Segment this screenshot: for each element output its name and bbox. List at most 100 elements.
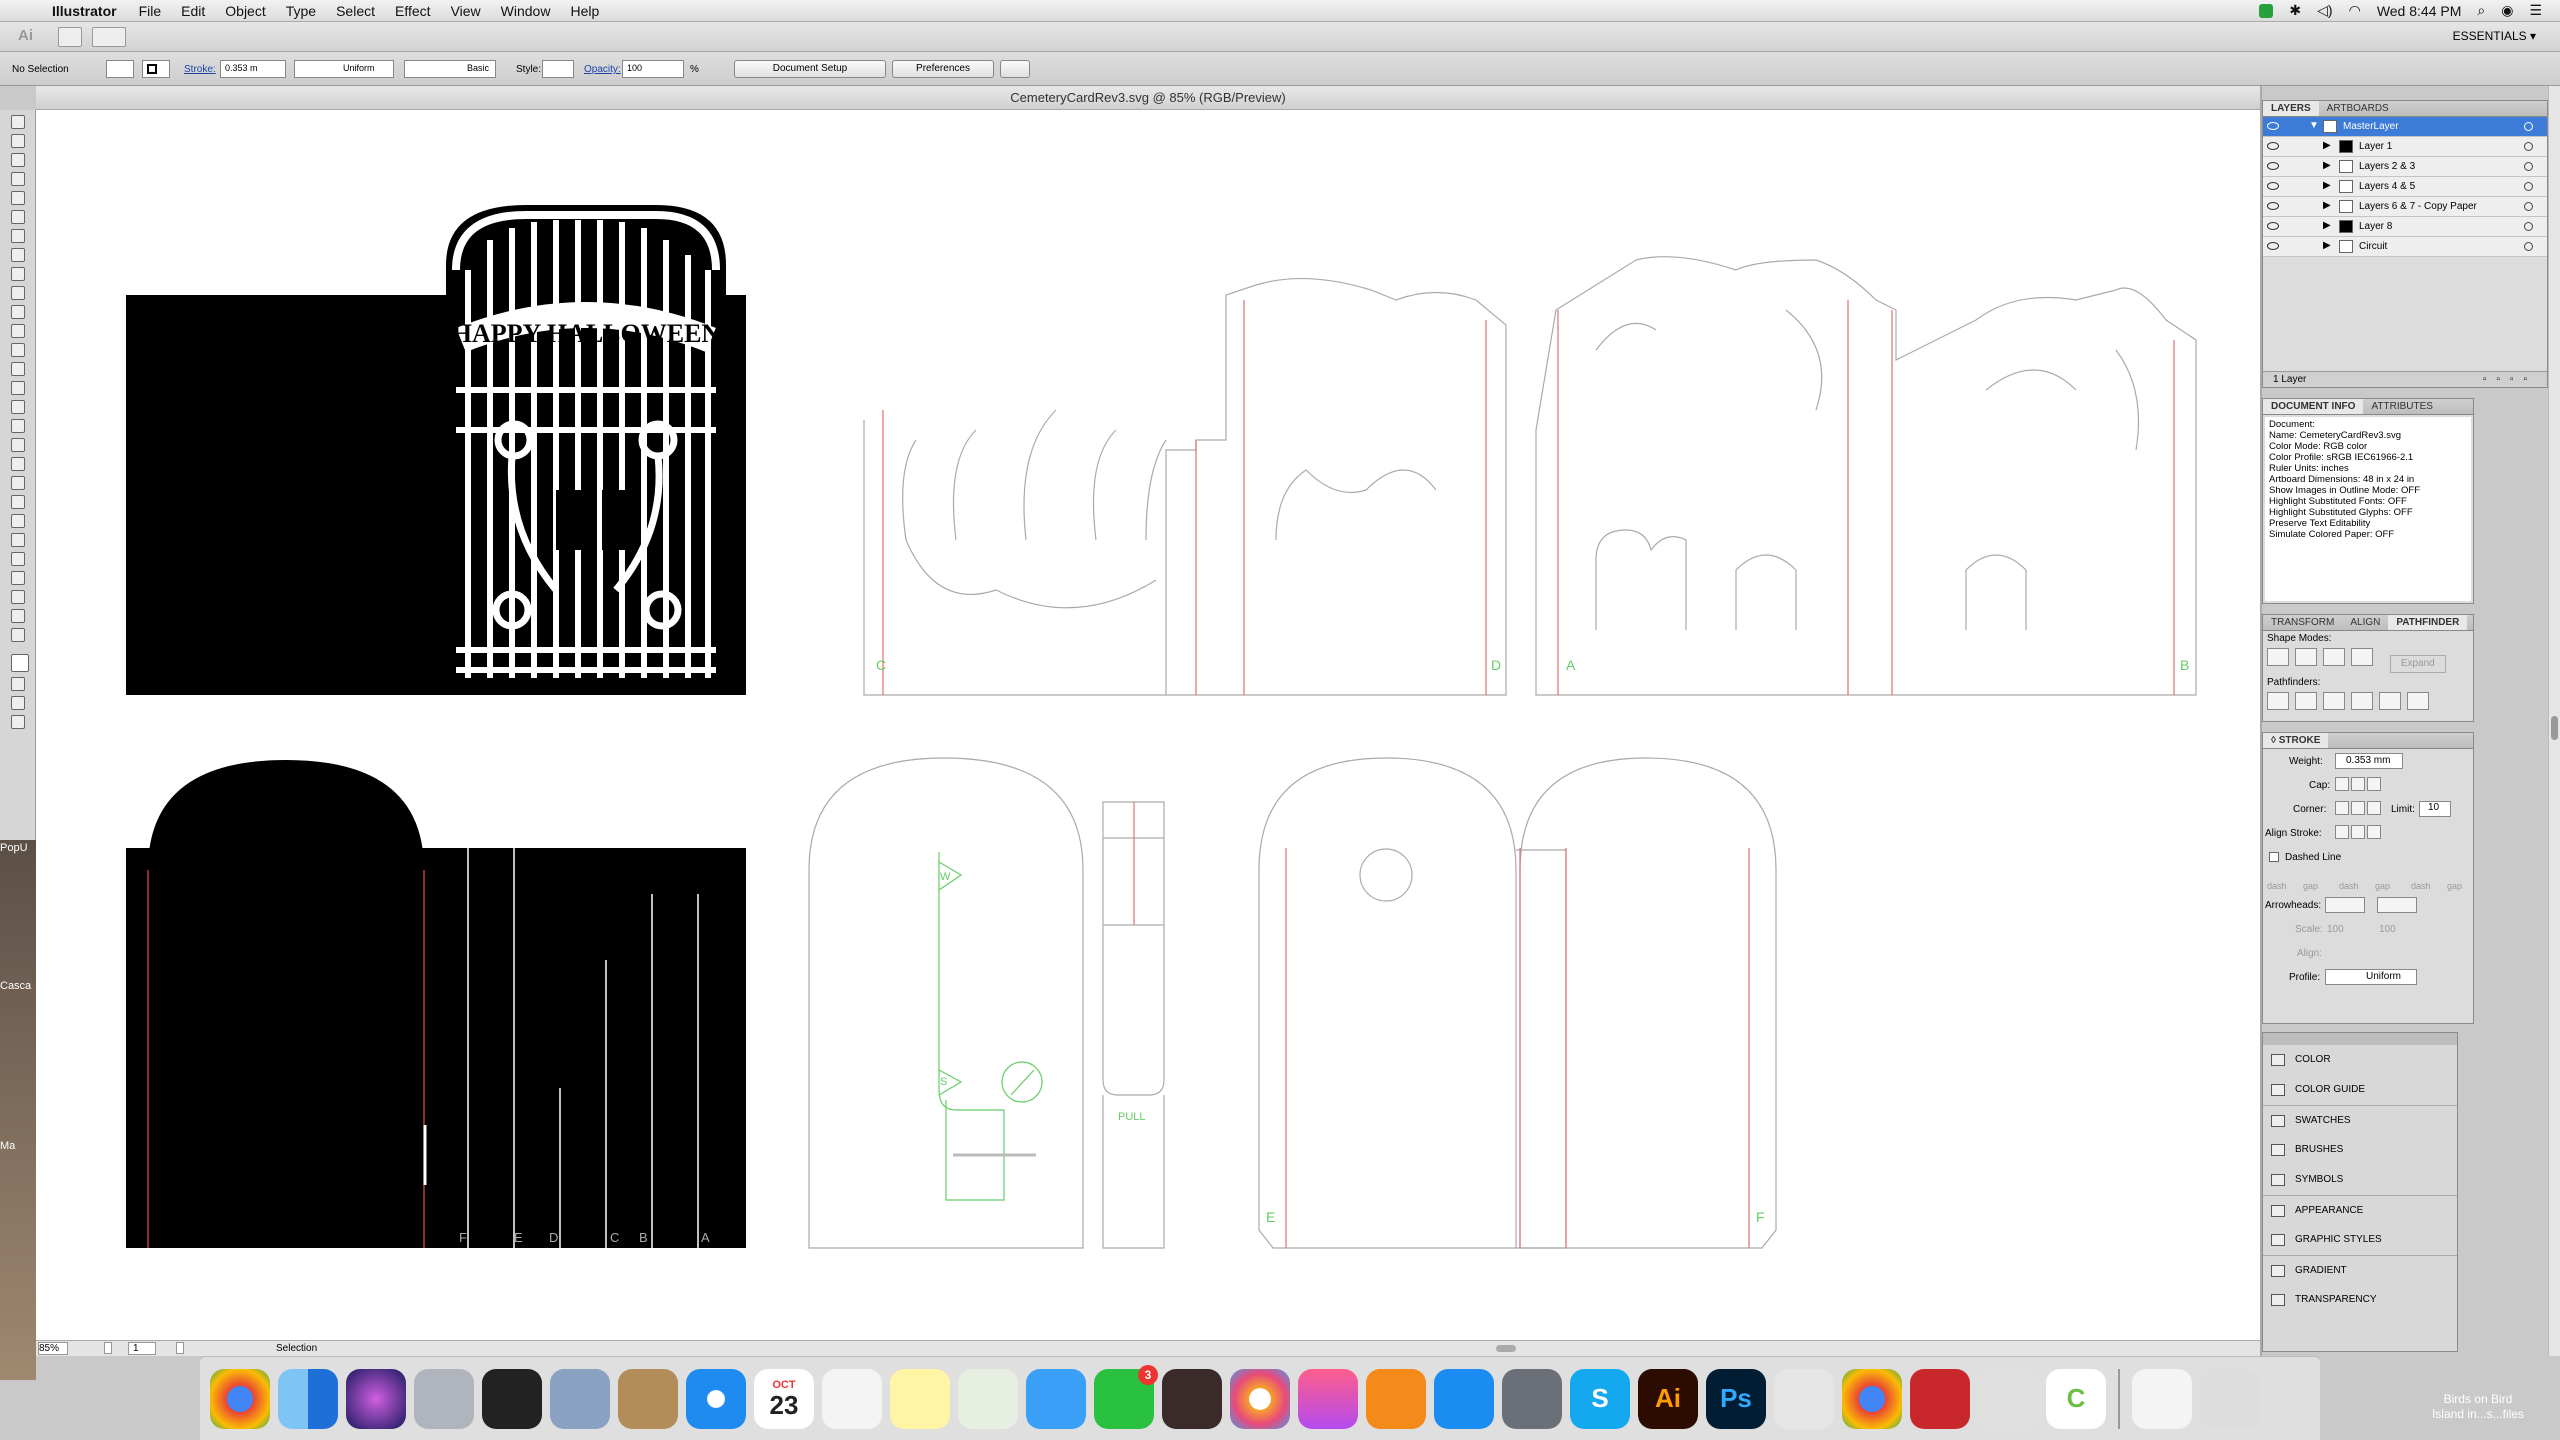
- line-tool-icon[interactable]: [11, 229, 25, 243]
- desktop-item-label[interactable]: Ma: [0, 1140, 15, 1152]
- maps-icon[interactable]: [958, 1368, 1018, 1429]
- projecting-cap-icon[interactable]: [2367, 777, 2381, 791]
- layer-row[interactable]: ▶ Layer 1: [2263, 137, 2547, 157]
- hand-tool-icon[interactable]: [11, 609, 25, 623]
- panel-color[interactable]: COLOR: [2263, 1045, 2457, 1075]
- opacity-input[interactable]: 100: [622, 60, 684, 78]
- stroke-panel-title[interactable]: ◊ STROKE: [2263, 733, 2329, 748]
- mechanism-panel[interactable]: W S PULL: [808, 757, 1165, 1249]
- control-panel-menu[interactable]: [1000, 60, 1030, 78]
- panel-swatches[interactable]: SWATCHES: [2263, 1105, 2457, 1135]
- reminders-icon[interactable]: [822, 1368, 882, 1429]
- menu-file[interactable]: File: [139, 3, 162, 19]
- panel-graphic-styles[interactable]: GRAPHIC STYLES: [2263, 1225, 2457, 1255]
- target-icon[interactable]: [2524, 162, 2533, 171]
- panel-appearance[interactable]: APPEARANCE: [2263, 1195, 2457, 1225]
- notes-icon[interactable]: [890, 1368, 950, 1429]
- visibility-icon[interactable]: [2267, 142, 2279, 150]
- photo-booth-icon[interactable]: [1162, 1368, 1222, 1429]
- visibility-icon[interactable]: [2267, 122, 2279, 130]
- volume-icon[interactable]: ◁): [2317, 2, 2332, 19]
- panel-transparency[interactable]: TRANSPARENCY: [2263, 1285, 2457, 1315]
- chrome-icon[interactable]: [210, 1368, 270, 1429]
- blend-tool-icon[interactable]: [11, 514, 25, 528]
- dashed-line-checkbox[interactable]: [2269, 852, 2279, 862]
- blob-brush-tool-icon[interactable]: [11, 305, 25, 319]
- illustrator-icon[interactable]: Ai: [1638, 1368, 1698, 1429]
- pen-tool-icon[interactable]: [11, 191, 25, 205]
- layer-row[interactable]: ▶ Layers 4 & 5: [2263, 177, 2547, 197]
- minus-back-icon[interactable]: [2407, 692, 2429, 710]
- photo-app-icon[interactable]: [482, 1368, 542, 1429]
- safari-icon[interactable]: [686, 1368, 746, 1429]
- draw-mode-icon[interactable]: [11, 696, 25, 710]
- desktop-item-label[interactable]: Casca: [0, 980, 31, 992]
- panel-brushes[interactable]: BRUSHES: [2263, 1135, 2457, 1165]
- launchpad-icon[interactable]: [414, 1368, 474, 1429]
- layer-row[interactable]: ▶ Layers 2 & 3: [2263, 157, 2547, 177]
- visibility-icon[interactable]: [2267, 182, 2279, 190]
- width-tool-icon[interactable]: [11, 381, 25, 395]
- panel-gradient[interactable]: GRADIENT: [2263, 1255, 2457, 1285]
- expand-icon[interactable]: ▼: [2309, 120, 2319, 131]
- menu-app-name[interactable]: Illustrator: [52, 3, 117, 19]
- expand-icon[interactable]: ▶: [2323, 240, 2331, 251]
- rotate-tool-icon[interactable]: [11, 343, 25, 357]
- expand-icon[interactable]: ▶: [2323, 200, 2331, 211]
- panel-symbols[interactable]: SYMBOLS: [2263, 1165, 2457, 1195]
- current-tool-status[interactable]: Selection: [276, 1343, 317, 1354]
- align-outside-icon[interactable]: [2367, 825, 2381, 839]
- mail-app-icon[interactable]: [550, 1368, 610, 1429]
- magic-wand-tool-icon[interactable]: [11, 153, 25, 167]
- spotlight-icon[interactable]: ⌕: [2477, 2, 2485, 19]
- target-icon[interactable]: [2524, 242, 2533, 251]
- shape-builder-tool-icon[interactable]: [11, 419, 25, 433]
- selection-tool-icon[interactable]: [11, 115, 25, 129]
- divide-icon[interactable]: [2267, 692, 2289, 710]
- round-cap-icon[interactable]: [2351, 777, 2365, 791]
- column-graph-tool-icon[interactable]: [11, 552, 25, 566]
- tree-panel-right[interactable]: A B: [1535, 256, 2197, 696]
- end-arrowhead-select[interactable]: [2377, 897, 2417, 913]
- stroke-swatch[interactable]: [142, 60, 170, 78]
- layer-name[interactable]: Circuit: [2359, 241, 2387, 252]
- layer-name[interactable]: Layer 8: [2359, 221, 2392, 232]
- gradient-tool-icon[interactable]: [11, 476, 25, 490]
- scroll-thumb[interactable]: [2551, 716, 2558, 740]
- clock[interactable]: Wed 8:44 PM: [2377, 3, 2462, 19]
- menu-select[interactable]: Select: [336, 3, 375, 19]
- contacts-icon[interactable]: [618, 1368, 678, 1429]
- itunes-icon[interactable]: [1298, 1368, 1358, 1429]
- perspective-grid-tool-icon[interactable]: [11, 438, 25, 452]
- profile-select[interactable]: Uniform: [2325, 969, 2417, 985]
- expand-icon[interactable]: ▶: [2323, 160, 2331, 171]
- weight-input[interactable]: 0.353 mm: [2335, 753, 2403, 769]
- outline-icon[interactable]: [2379, 692, 2401, 710]
- menu-edit[interactable]: Edit: [181, 3, 205, 19]
- next-artboard-button[interactable]: [176, 1342, 184, 1354]
- tab-layers[interactable]: LAYERS: [2263, 101, 2319, 116]
- crypt-panel[interactable]: F E D C B A: [126, 760, 746, 1248]
- exclude-icon[interactable]: [2351, 648, 2373, 666]
- tab-pathfinder[interactable]: PATHFINDER: [2388, 615, 2468, 630]
- trash-icon[interactable]: [2200, 1368, 2260, 1429]
- calendar-icon[interactable]: OCT 23: [754, 1368, 814, 1429]
- slice-tool-icon[interactable]: [11, 590, 25, 604]
- free-transform-tool-icon[interactable]: [11, 400, 25, 414]
- layer-name[interactable]: Layer 1: [2359, 141, 2392, 152]
- tab-attributes[interactable]: ATTRIBUTES: [2363, 399, 2440, 414]
- layer-row[interactable]: ▶ Circuit: [2263, 237, 2547, 257]
- zoom-tool-icon[interactable]: [11, 628, 25, 642]
- document-tab[interactable]: CemeteryCardRev3.svg @ 85% (RGB/Preview): [36, 86, 2260, 110]
- tab-artboards[interactable]: ARTBOARDS: [2319, 101, 2397, 116]
- tab-transform[interactable]: TRANSFORM: [2263, 615, 2342, 630]
- visibility-icon[interactable]: [2267, 242, 2279, 250]
- mesh-tool-icon[interactable]: [11, 457, 25, 471]
- ibooks-icon[interactable]: [1366, 1368, 1426, 1429]
- layer-row[interactable]: ▼ MasterLayer: [2263, 117, 2547, 137]
- siri-icon[interactable]: [346, 1368, 406, 1429]
- wifi-icon[interactable]: ◠: [2349, 2, 2361, 19]
- desktop-file-label[interactable]: Birds on Bird Island in...s...files: [2432, 1392, 2524, 1422]
- rectangle-tool-icon[interactable]: [11, 248, 25, 262]
- bridge-button[interactable]: [58, 27, 82, 47]
